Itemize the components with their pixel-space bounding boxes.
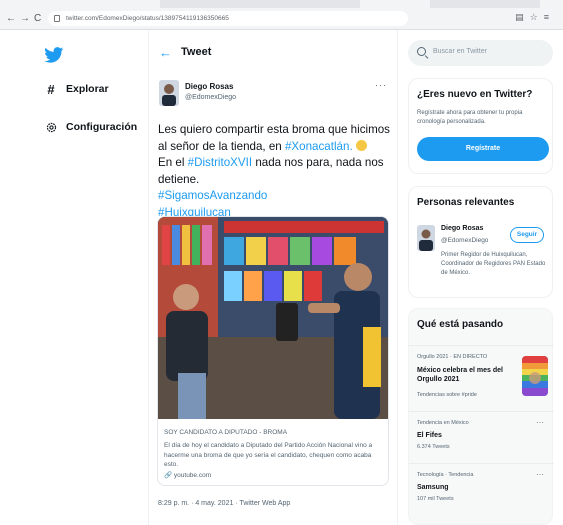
signup-title: ¿Eres nuevo en Twitter? (417, 89, 533, 100)
card-description: El día de hoy el candidato a Diputado de… (164, 442, 373, 468)
card-link[interactable]: 🔗 youtube.com (164, 471, 211, 479)
trends-title: Qué está pasando (417, 319, 504, 330)
tab-strip (160, 0, 360, 8)
tweet-timestamp[interactable]: 8:29 p. m. · 4 may. 2021 · Twitter Web A… (158, 500, 290, 507)
hashtag-link[interactable]: #Xonacatlán. (285, 140, 353, 153)
right-sidebar: Buscar en Twitter ¿Eres nuevo en Twitter… (408, 30, 563, 525)
relevant-handle[interactable]: @EdomexDiego (441, 237, 488, 244)
signup-button[interactable]: Regístrate (417, 137, 549, 161)
trends-panel: Qué está pasando Orgullo 2021 · EN DIREC… (408, 308, 554, 525)
forward-icon[interactable]: → (20, 13, 30, 25)
more-options-icon[interactable]: ··· (536, 418, 544, 427)
trend-item[interactable]: Tecnología · Tendencia Samsung 107 mil T… (409, 463, 554, 519)
trend-count: 107 mil Tweets (417, 496, 454, 502)
trend-category: Tecnología · Tendencia (417, 472, 474, 478)
trend-category: Orgullo 2021 · EN DIRECTO (417, 354, 488, 360)
relevant-title: Personas relevantes (417, 197, 515, 208)
url-text: twitter.com/EdomexDiego/status/138975411… (66, 15, 229, 22)
link-icon: 🔗 (164, 472, 173, 479)
browser-action-icons[interactable]: ▤☆≡ (515, 12, 555, 23)
trend-thumbnail (522, 356, 548, 396)
left-nav: # Explorar Configuración (0, 30, 140, 525)
tweet-text: Les quiero compartir esta broma que hici… (158, 122, 394, 221)
page-title: Tweet (181, 46, 212, 58)
signup-description: Regístrate ahora para obtener tu propia … (417, 110, 523, 125)
gear-icon (44, 120, 58, 134)
trend-title: México celebra el mes del Orgullo 2021 (417, 367, 503, 383)
more-options-icon[interactable]: ··· (536, 470, 544, 479)
avatar[interactable] (417, 225, 435, 251)
search-input[interactable]: Buscar en Twitter (408, 40, 553, 66)
trend-title: Samsung (417, 484, 449, 491)
hashtag-icon: # (47, 81, 55, 97)
reload-icon[interactable]: C (34, 13, 41, 25)
trend-count: Tendencias sobre #pride (417, 392, 477, 398)
twitter-logo-icon[interactable] (44, 47, 64, 63)
nav-settings-label: Configuración (66, 121, 138, 133)
hashtag-link[interactable]: #DistritoXVII (188, 156, 252, 169)
trend-item[interactable]: Tendencia en México El Fifes 6.374 Tweet… (409, 411, 554, 463)
back-icon[interactable]: ← (6, 13, 16, 25)
lock-icon (54, 15, 60, 22)
card-title[interactable]: SOY CANDIDATO A DIPUTADO - BROMA (164, 429, 287, 436)
card-link-text: youtube.com (173, 472, 212, 479)
trend-category: Tendencia en México (417, 420, 469, 426)
back-arrow-icon[interactable]: ← (159, 46, 172, 60)
relevant-people-panel: Personas relevantes Diego Rosas @EdomexD… (408, 186, 553, 298)
tweet-text-part: En el (158, 156, 188, 169)
tweet-text-part: Les quiero compartir esta broma que hici… (158, 123, 390, 153)
more-options-icon[interactable]: ··· (375, 80, 387, 90)
tab-strip (430, 0, 540, 8)
trend-count: 6.374 Tweets (417, 444, 450, 450)
tweet-column: ← Tweet Diego Rosas @EdomexDiego ··· Les… (148, 30, 398, 525)
link-card[interactable]: SOY CANDIDATO A DIPUTADO - BROMA El día … (157, 216, 389, 486)
relevant-bio: Primer Regidor de Huixquilucan, Coordina… (441, 252, 546, 276)
tweet-header: ← Tweet (149, 42, 399, 66)
avatar[interactable] (159, 80, 179, 106)
search-icon (417, 47, 426, 56)
browser-toolbar: ← → C twitter.com/EdomexDiego/status/138… (0, 0, 563, 30)
relevant-name[interactable]: Diego Rosas (441, 225, 483, 232)
author-name[interactable]: Diego Rosas (185, 82, 233, 91)
hashtag-link[interactable]: #SigamosAvanzando (158, 189, 267, 202)
grinning-emoji-icon (355, 139, 367, 151)
author-handle[interactable]: @EdomexDiego (185, 94, 236, 101)
search-placeholder: Buscar en Twitter (433, 48, 487, 55)
nav-settings[interactable]: Configuración (44, 120, 137, 134)
follow-button[interactable]: Seguir (510, 227, 544, 243)
address-bar[interactable]: twitter.com/EdomexDiego/status/138975411… (48, 11, 408, 26)
signup-panel: ¿Eres nuevo en Twitter? Regístrate ahora… (408, 78, 553, 174)
video-thumbnail[interactable] (158, 217, 389, 419)
trend-item[interactable]: Orgullo 2021 · EN DIRECTO México celebra… (409, 345, 554, 411)
nav-explore-label: Explorar (66, 83, 109, 95)
nav-explore[interactable]: # Explorar (44, 81, 109, 97)
trend-title: El Fifes (417, 432, 442, 439)
